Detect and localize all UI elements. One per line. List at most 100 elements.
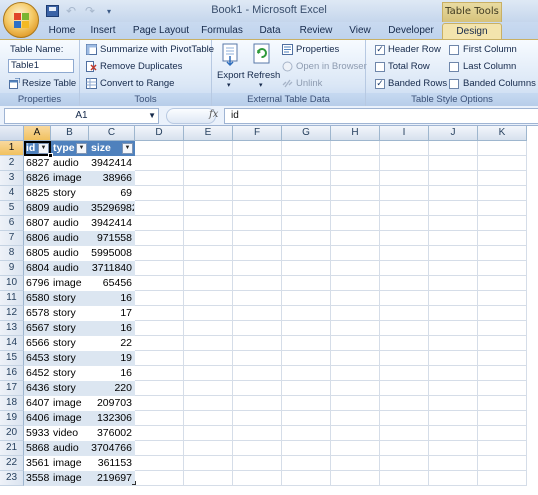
cell-g7[interactable] [282, 231, 331, 246]
row-header-9[interactable]: 9 [0, 261, 24, 276]
cell-f15[interactable] [233, 351, 282, 366]
cell-f9[interactable] [233, 261, 282, 276]
cell-h12[interactable] [331, 306, 380, 321]
cell-j13[interactable] [429, 321, 478, 336]
cell-f22[interactable] [233, 456, 282, 471]
cell-k7[interactable] [478, 231, 527, 246]
cell-d2[interactable] [135, 156, 184, 171]
cell-h22[interactable] [331, 456, 380, 471]
row-header-2[interactable]: 2 [0, 156, 24, 171]
tab-data[interactable]: Data [254, 23, 286, 39]
cell-h15[interactable] [331, 351, 380, 366]
row-header-7[interactable]: 7 [0, 231, 24, 246]
table-cell-type[interactable]: story [51, 291, 89, 306]
column-header-e[interactable]: E [184, 126, 233, 141]
table-cell-size[interactable]: 16 [89, 366, 135, 381]
cell-i19[interactable] [380, 411, 429, 426]
table-cell-size[interactable]: 3704766 [89, 441, 135, 456]
column-header-b[interactable]: B [51, 126, 89, 141]
cell-j10[interactable] [429, 276, 478, 291]
cell-j14[interactable] [429, 336, 478, 351]
cell-e21[interactable] [184, 441, 233, 456]
cell-g11[interactable] [282, 291, 331, 306]
cell-f18[interactable] [233, 396, 282, 411]
cell-i6[interactable] [380, 216, 429, 231]
table-cell-id[interactable]: 6436 [24, 381, 51, 396]
cell-h18[interactable] [331, 396, 380, 411]
table-cell-id[interactable]: 6804 [24, 261, 51, 276]
row-header-19[interactable]: 19 [0, 411, 24, 426]
table-cell-type[interactable]: audio [51, 216, 89, 231]
cell-j1[interactable] [429, 141, 478, 156]
row-header-12[interactable]: 12 [0, 306, 24, 321]
banded-columns-checkbox[interactable] [449, 79, 459, 89]
cell-k11[interactable] [478, 291, 527, 306]
table-cell-size[interactable]: 65456 [89, 276, 135, 291]
table-cell-size[interactable]: 19 [89, 351, 135, 366]
cell-j16[interactable] [429, 366, 478, 381]
row-header-16[interactable]: 16 [0, 366, 24, 381]
cell-i15[interactable] [380, 351, 429, 366]
cell-i14[interactable] [380, 336, 429, 351]
cell-f21[interactable] [233, 441, 282, 456]
table-cell-size[interactable]: 3942414 [89, 156, 135, 171]
export-button[interactable]: Export [217, 70, 244, 81]
cell-e9[interactable] [184, 261, 233, 276]
cell-f19[interactable] [233, 411, 282, 426]
cell-d20[interactable] [135, 426, 184, 441]
table-cell-id[interactable]: 6825 [24, 186, 51, 201]
cell-i22[interactable] [380, 456, 429, 471]
cell-g17[interactable] [282, 381, 331, 396]
table-cell-id[interactable]: 6406 [24, 411, 51, 426]
cell-e12[interactable] [184, 306, 233, 321]
header-row-checkbox[interactable]: ✓ [375, 45, 385, 55]
cell-d15[interactable] [135, 351, 184, 366]
cell-d1[interactable] [135, 141, 184, 156]
cell-f4[interactable] [233, 186, 282, 201]
cell-d13[interactable] [135, 321, 184, 336]
open-in-browser-button[interactable]: Open in Browser [296, 61, 367, 72]
cell-e2[interactable] [184, 156, 233, 171]
cell-d21[interactable] [135, 441, 184, 456]
cell-j17[interactable] [429, 381, 478, 396]
cell-f23[interactable] [233, 471, 282, 486]
fill-handle[interactable] [48, 153, 53, 158]
cell-f14[interactable] [233, 336, 282, 351]
cell-j4[interactable] [429, 186, 478, 201]
cell-i9[interactable] [380, 261, 429, 276]
cell-e1[interactable] [184, 141, 233, 156]
table-cell-size[interactable]: 361153 [89, 456, 135, 471]
cell-i7[interactable] [380, 231, 429, 246]
cell-d19[interactable] [135, 411, 184, 426]
cell-j15[interactable] [429, 351, 478, 366]
column-header-d[interactable]: D [135, 126, 184, 141]
cell-d18[interactable] [135, 396, 184, 411]
cell-i11[interactable] [380, 291, 429, 306]
cell-d22[interactable] [135, 456, 184, 471]
cell-k20[interactable] [478, 426, 527, 441]
cell-j23[interactable] [429, 471, 478, 486]
cell-k5[interactable] [478, 201, 527, 216]
table-resize-handle[interactable] [132, 481, 136, 485]
cell-f13[interactable] [233, 321, 282, 336]
cell-g9[interactable] [282, 261, 331, 276]
cell-k1[interactable] [478, 141, 527, 156]
cell-i8[interactable] [380, 246, 429, 261]
table-cell-type[interactable]: audio [51, 156, 89, 171]
table-cell-id[interactable]: 6453 [24, 351, 51, 366]
cell-e18[interactable] [184, 396, 233, 411]
cell-j6[interactable] [429, 216, 478, 231]
table-cell-id[interactable]: 6807 [24, 216, 51, 231]
row-header-17[interactable]: 17 [0, 381, 24, 396]
cell-j22[interactable] [429, 456, 478, 471]
table-cell-size[interactable]: 16 [89, 321, 135, 336]
first-column-checkbox[interactable] [449, 45, 459, 55]
cell-f3[interactable] [233, 171, 282, 186]
tab-developer[interactable]: Developer [384, 23, 438, 39]
cell-e15[interactable] [184, 351, 233, 366]
cell-j11[interactable] [429, 291, 478, 306]
cell-e17[interactable] [184, 381, 233, 396]
cell-d4[interactable] [135, 186, 184, 201]
cell-h8[interactable] [331, 246, 380, 261]
cell-k9[interactable] [478, 261, 527, 276]
